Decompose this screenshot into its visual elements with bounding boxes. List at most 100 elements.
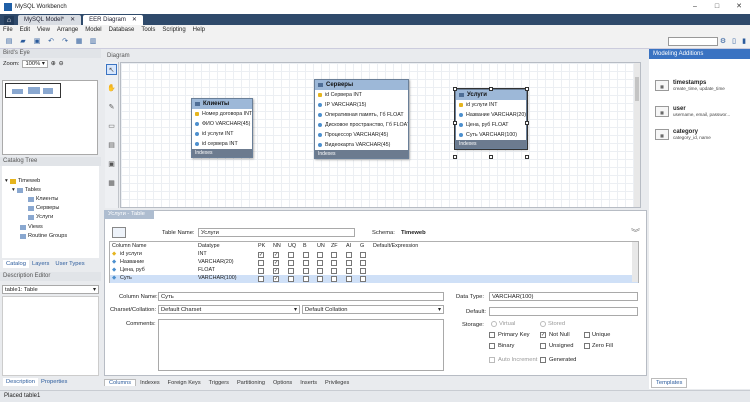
resize-handle[interactable]	[453, 87, 457, 91]
close-icon[interactable]: ✕	[132, 15, 137, 25]
save-icon[interactable]: ▣	[32, 37, 42, 47]
table-name-input[interactable]: Услуги	[198, 228, 355, 237]
home-tab[interactable]: ⌂	[2, 15, 16, 25]
snippet-timestamps[interactable]: ▦ timestamps create_time, update_time	[655, 80, 725, 91]
ai-checkbox[interactable]	[346, 268, 352, 274]
menu-edit[interactable]: Edit	[20, 27, 30, 33]
zoom-in-icon[interactable]: ⊕	[51, 61, 56, 67]
g-checkbox[interactable]	[360, 260, 366, 266]
ai-checkbox[interactable]	[346, 260, 352, 266]
zf-checkbox[interactable]	[331, 268, 337, 274]
tab-model[interactable]: MySQL Model* ✕	[18, 15, 82, 25]
un-checkbox[interactable]	[317, 268, 323, 274]
col-header-name[interactable]: Column Name	[112, 243, 146, 249]
expand-icon[interactable]: ▾	[5, 178, 8, 184]
description-textarea[interactable]	[2, 296, 99, 376]
col-header-datatype[interactable]: Datatype	[198, 243, 220, 249]
panel-toggle-right-icon[interactable]: ▮	[739, 37, 749, 47]
resize-handle[interactable]	[489, 155, 493, 159]
tree-routine-groups[interactable]: Routine Groups	[20, 233, 67, 239]
layer-tool-icon[interactable]: ▭	[106, 121, 117, 132]
uq-checkbox[interactable]	[288, 252, 294, 258]
tree-schema[interactable]: ▾ Timeweb	[5, 178, 40, 184]
col-header-b[interactable]: B	[303, 243, 307, 249]
unsigned-checkbox[interactable]	[540, 343, 546, 349]
stored-radio[interactable]	[540, 321, 546, 327]
zf-checkbox[interactable]	[331, 276, 337, 282]
collapse-chevron-icon[interactable]: ︾	[631, 226, 640, 239]
table-row[interactable]: ◆ id услуги INT ✓ ✓	[110, 251, 638, 259]
tab-properties[interactable]: Properties	[38, 378, 70, 386]
menu-help[interactable]: Help	[193, 27, 205, 33]
snippet-category[interactable]: ▦ category category_id, name	[655, 129, 711, 140]
tree-table-servers[interactable]: Серверы	[28, 205, 59, 211]
col-header-pk[interactable]: PK	[258, 243, 265, 249]
tab-indexes[interactable]: Indexes	[136, 380, 164, 386]
entity-clients[interactable]: Клиенты Номер договора INT ФИО VARCHAR(4…	[191, 98, 253, 158]
g-checkbox[interactable]	[360, 276, 366, 282]
col-header-uq[interactable]: UQ	[288, 243, 296, 249]
new-file-icon[interactable]: ▤	[4, 37, 14, 47]
tab-description[interactable]: Description	[3, 378, 38, 386]
menu-database[interactable]: Database	[109, 27, 135, 33]
resize-handle[interactable]	[525, 87, 529, 91]
close-button[interactable]: ✕	[728, 0, 750, 14]
resize-handle[interactable]	[489, 87, 493, 91]
canvas-scrollbar[interactable]	[634, 63, 640, 207]
virtual-radio[interactable]	[491, 321, 497, 327]
hand-tool-icon[interactable]: ✋	[106, 83, 117, 94]
menu-scripting[interactable]: Scripting	[162, 27, 185, 33]
grid-scrollbar[interactable]	[632, 242, 638, 282]
maximize-button[interactable]: □	[706, 0, 728, 14]
menu-file[interactable]: File	[3, 27, 13, 33]
default-input[interactable]	[489, 307, 638, 316]
tab-eer-diagram[interactable]: EER Diagram ✕	[83, 15, 143, 25]
b-checkbox[interactable]	[303, 260, 309, 266]
comments-textarea[interactable]	[158, 319, 444, 371]
panel-toggle-icon[interactable]: ▯	[729, 37, 739, 47]
undo-icon[interactable]: ↶	[46, 37, 56, 47]
tab-user-types[interactable]: User Types	[52, 260, 87, 268]
tab-catalog[interactable]: Catalog	[3, 260, 29, 268]
un-checkbox[interactable]	[317, 252, 323, 258]
align-grid-icon[interactable]: ▥	[88, 37, 98, 47]
b-checkbox[interactable]	[303, 252, 309, 258]
resize-handle[interactable]	[525, 121, 529, 125]
resize-handle[interactable]	[525, 155, 529, 159]
tree-tables[interactable]: ▾ Tables	[12, 187, 41, 193]
open-folder-icon[interactable]: ▰	[18, 37, 28, 47]
pk-checkbox[interactable]: ✓	[258, 252, 264, 258]
pointer-tool-icon[interactable]: ↖	[106, 64, 117, 75]
table-row[interactable]: ◆ Цена, руб FLOAT ✓	[110, 267, 638, 275]
nn-checkbox[interactable]: ✓	[273, 260, 279, 266]
col-header-nn[interactable]: NN	[273, 243, 281, 249]
col-header-ai[interactable]: AI	[346, 243, 351, 249]
note-tool-icon[interactable]: ▤	[106, 140, 117, 151]
charset-select[interactable]: Default Charset	[158, 305, 300, 314]
menu-model[interactable]: Model	[85, 27, 101, 33]
col-header-default[interactable]: Default/Expression	[373, 243, 418, 249]
tab-partitioning[interactable]: Partitioning	[233, 380, 269, 386]
table-row[interactable]: ◆ Суть VARCHAR(100) ✓	[110, 275, 638, 283]
toggle-grid-icon[interactable]: ▦	[74, 37, 84, 47]
table-row[interactable]: ◆ Название VARCHAR(20) ✓	[110, 259, 638, 267]
zoom-select[interactable]: 100% ▾	[22, 59, 48, 68]
entity-indexes[interactable]: Indexes	[315, 150, 408, 158]
entity-services[interactable]: Услуги id услуги INT Название VARCHAR(20…	[454, 88, 528, 150]
tab-inserts[interactable]: Inserts	[296, 380, 321, 386]
tree-table-clients[interactable]: Клиенты	[28, 196, 58, 202]
pk-checkbox[interactable]	[258, 260, 264, 266]
g-checkbox[interactable]	[360, 268, 366, 274]
un-checkbox[interactable]	[317, 260, 323, 266]
eraser-tool-icon[interactable]: ✎	[106, 102, 117, 113]
tree-views[interactable]: Views	[20, 224, 43, 230]
col-header-zf[interactable]: ZF	[331, 243, 338, 249]
description-object-select[interactable]: table1: Table	[2, 285, 99, 294]
close-icon[interactable]: ✕	[70, 15, 75, 25]
table-tool-icon[interactable]: ▦	[106, 178, 117, 189]
editor-tab[interactable]: Услуги - Table	[104, 210, 154, 219]
zf-checkbox[interactable]	[331, 260, 337, 266]
collation-select[interactable]: Default Collation	[302, 305, 444, 314]
datatype-input[interactable]: VARCHAR(100)	[489, 292, 638, 301]
image-tool-icon[interactable]: ▣	[106, 159, 117, 170]
